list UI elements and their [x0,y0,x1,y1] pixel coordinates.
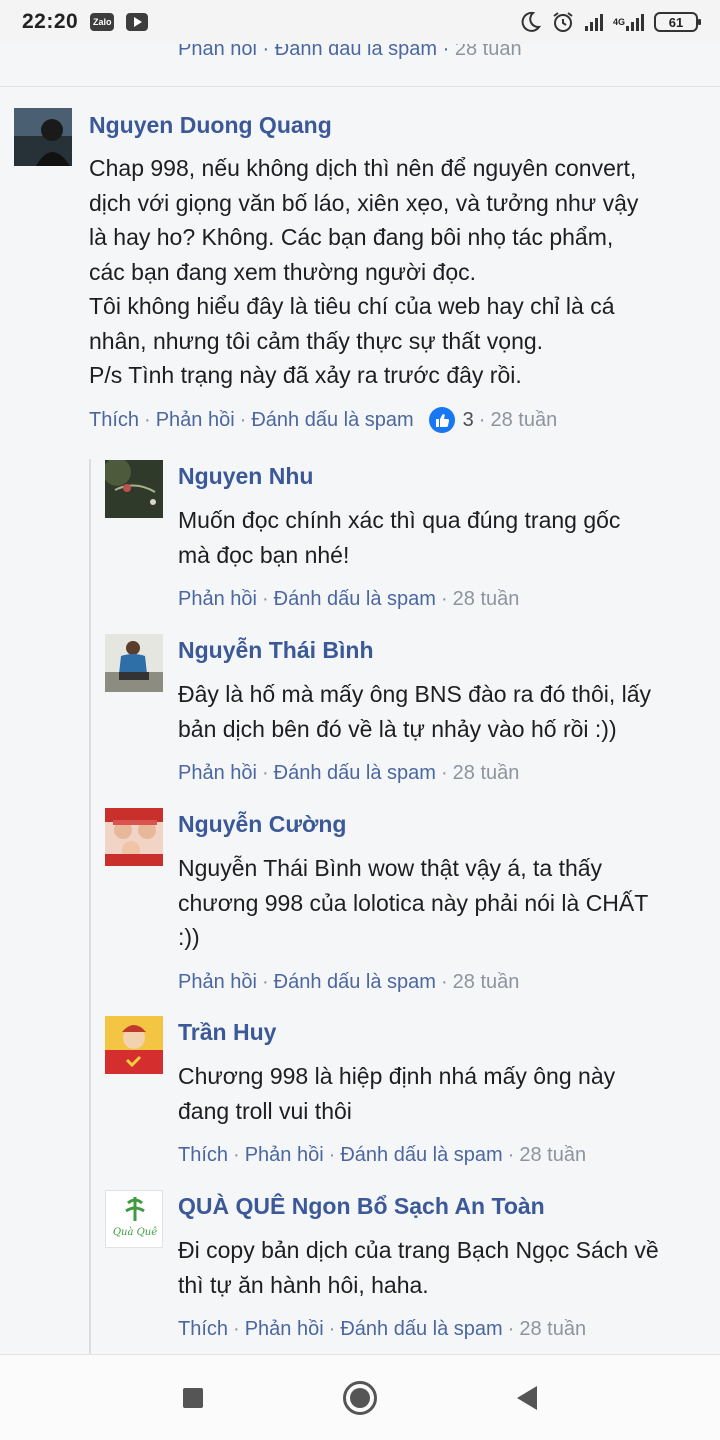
qua-que-logo: Quà Quê [113,1227,157,1238]
separator: · [442,44,455,60]
reply-link[interactable]: Phản hồi [178,44,257,60]
comment-actions: Thích · Phản hồi · Đánh dấu là spam · 28… [178,1142,587,1168]
like-link[interactable]: Thích [89,407,139,433]
alarm-icon [551,10,575,34]
comment-actions: Phản hồi · Đánh dấu là spam · 28 tuần [178,760,520,786]
spam-link[interactable]: Đánh dấu là spam [274,969,436,995]
reply-link[interactable]: Phản hồi [178,969,257,995]
timestamp: 28 tuần [490,408,558,431]
timestamp: 28 tuần [452,762,520,784]
home-button[interactable] [325,1363,395,1433]
avatar[interactable] [105,634,163,692]
signal-icon [626,13,644,31]
like-link[interactable]: Thích [178,1142,228,1168]
comment-text: Chương 998 là hiệp định nhá mấy ông này … [178,1063,616,1124]
avatar[interactable] [105,808,163,866]
timestamp: 28 tuần [519,1318,587,1340]
reply-link[interactable]: Phản hồi [156,407,235,433]
avatar[interactable] [105,1016,163,1074]
battery-icon: 61 [654,12,701,32]
back-icon [516,1385,537,1410]
comment-actions: Phản hồi · Đánh dấu là spam · 28 tuần [178,969,520,995]
comment-author[interactable]: Nguyen Nhu [178,461,620,491]
moon-icon [519,11,541,33]
spam-link[interactable]: Đánh dấu là spam [340,1142,502,1168]
avatar[interactable] [14,108,72,166]
spam-link[interactable]: Đánh dấu là spam [251,407,413,433]
spam-link[interactable]: Đánh dấu là spam [274,586,436,612]
spam-link[interactable]: Đánh dấu là spam [340,1316,502,1342]
avatar[interactable] [105,460,163,518]
previous-comment-actions: Phản hồi · Đánh dấu là spam · 28 tuần [178,44,522,61]
zalo-icon: Zalo [90,13,115,31]
comment-text: Đây là hố mà mấy ông BNS đào ra đó thôi,… [178,681,652,742]
comment-author[interactable]: Nguyễn Thái Bình [178,635,651,665]
home-icon [342,1380,377,1415]
comment-text: Nguyễn Thái Bình wow thật vậy á, ta thấy… [178,855,649,950]
comment-feed[interactable]: Phản hồi · Đánh dấu là spam · 28 tuần Ng… [0,44,720,1354]
reply-link[interactable]: Phản hồi [245,1316,324,1342]
like-thumb-icon[interactable] [428,406,455,433]
comment-actions: Phản hồi · Đánh dấu là spam · 28 tuần [178,586,520,612]
like-link[interactable]: Thích [178,1316,228,1342]
avatar[interactable]: Quà Quê [105,1190,163,1248]
divider [0,86,720,87]
comment-text: Muốn đọc chính xác thì qua đúng trang gố… [178,507,621,568]
comment-text: Đi copy bản dịch của trang Bạch Ngọc Sác… [178,1237,659,1298]
reply-link[interactable]: Phản hồi [245,1142,324,1168]
reply-link[interactable]: Phản hồi [178,586,257,612]
reply-link[interactable]: Phản hồi [178,760,257,786]
signal-icon [584,13,603,31]
like-count[interactable]: 3 [463,407,474,433]
status-bar: 22:20 Zalo 4G 61 [0,0,720,44]
comment-text: Chap 998, nếu không dịch thì nên để nguy… [89,155,639,388]
spam-link[interactable]: Đánh dấu là spam [274,760,436,786]
timestamp: 28 tuần [519,1144,587,1166]
comment-author[interactable]: QUÀ QUÊ Ngon Bổ Sạch An Toàn [178,1191,659,1221]
youtube-icon [126,13,149,31]
timestamp: 28 tuần [452,970,520,993]
reply-thread-line [89,459,91,1354]
timestamp: 28 tuần [452,588,520,610]
comment-actions: Thích · Phản hồi · Đánh dấu là spam · 28… [178,1316,587,1342]
recent-apps-icon [183,1387,204,1408]
back-button[interactable] [492,1363,562,1433]
recent-apps-button[interactable] [158,1363,228,1433]
separator: · [262,44,275,60]
comment-actions: Thích · Phản hồi · Đánh dấu là spam 3 · … [89,406,558,433]
comment-author[interactable]: Nguyen Duong Quang [89,110,638,140]
mobile-data-icon: 4G [613,13,644,31]
timestamp: 28 tuần [454,44,522,60]
navigation-bar [0,1354,720,1440]
comment-author[interactable]: Nguyễn Cường [178,809,648,839]
spam-link[interactable]: Đánh dấu là spam [275,44,437,60]
comment-author[interactable]: Trần Huy [178,1017,615,1047]
status-time: 22:20 [22,10,79,33]
